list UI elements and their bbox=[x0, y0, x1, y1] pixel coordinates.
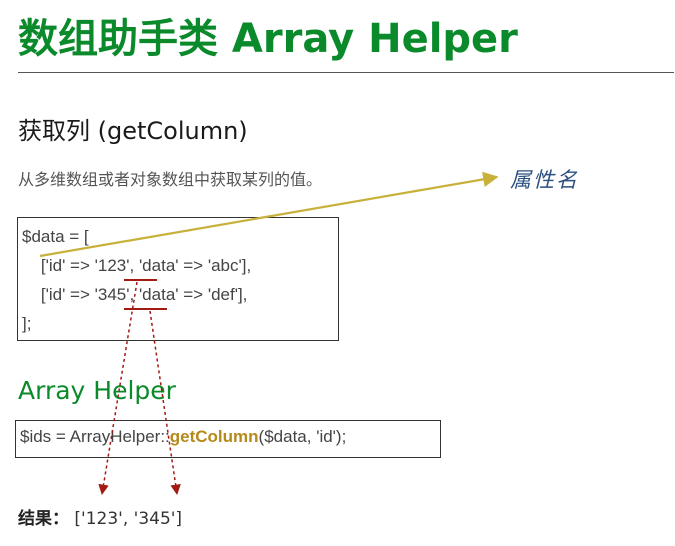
call-prefix: $ids = ArrayHelper:: bbox=[20, 427, 170, 446]
section-heading: 获取列 (getColumn) bbox=[18, 117, 248, 145]
title-divider bbox=[18, 72, 674, 73]
code-block-data: $data = [ ['id' => '123', 'data' => 'abc… bbox=[17, 217, 339, 341]
call-function-name: getColumn bbox=[169, 427, 259, 446]
code-block-call: $ids = ArrayHelper::getColumn($data, 'id… bbox=[15, 420, 441, 458]
code-line: $data = [ bbox=[22, 227, 89, 246]
annotation-label: 属性名 bbox=[510, 168, 579, 192]
code-line: ['id' => '123', 'data' => 'abc'], bbox=[22, 256, 252, 275]
result-line: 结果： ['123', '345'] bbox=[18, 504, 182, 529]
code-line: ['id' => '345', 'data' => 'def'], bbox=[22, 285, 248, 304]
page-title: 数组助手类 Array Helper bbox=[18, 16, 518, 62]
section-description: 从多维数组或者对象数组中获取某列的值。 bbox=[18, 170, 323, 189]
call-suffix: ($data, 'id'); bbox=[258, 427, 347, 446]
code-line: ]; bbox=[22, 314, 32, 333]
result-value: ['123', '345'] bbox=[74, 509, 183, 529]
helper-heading: Array Helper bbox=[18, 376, 176, 405]
result-label: 结果： bbox=[18, 509, 69, 529]
